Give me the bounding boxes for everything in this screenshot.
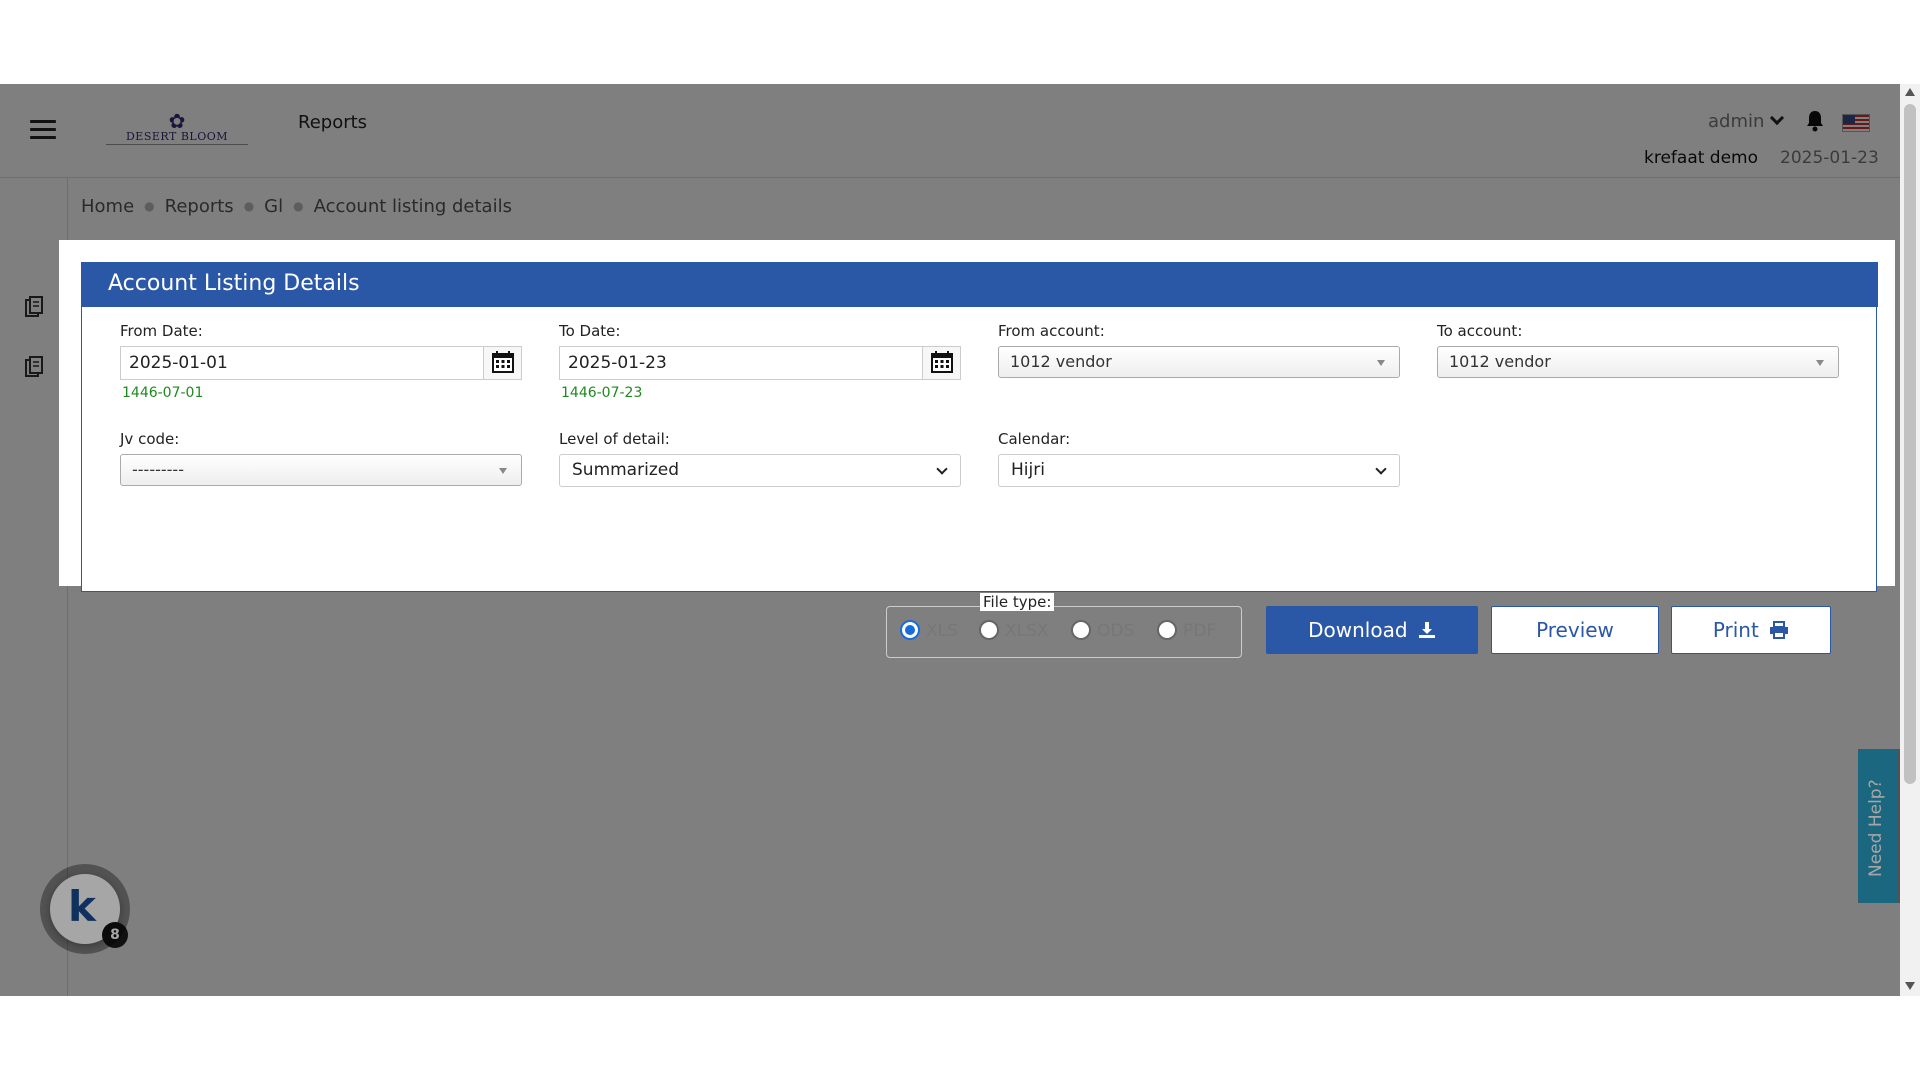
to-date-value: 2025-01-23 xyxy=(568,353,667,373)
flower-logo-icon: ✿ xyxy=(168,109,186,133)
from-account-value: 1012 vendor xyxy=(1010,352,1112,371)
card-title: Account Listing Details xyxy=(82,262,1878,307)
download-label: Download xyxy=(1308,618,1408,642)
radio-xlsx-label: XLSX xyxy=(1005,621,1049,641)
chevron-down-icon xyxy=(1375,463,1387,475)
scrollbar-thumb[interactable] xyxy=(1904,104,1916,784)
to-date-label: To Date: xyxy=(559,322,621,340)
notification-count: 8 xyxy=(102,922,128,948)
chevron-down-icon xyxy=(936,463,948,475)
breadcrumb-separator: ● xyxy=(243,199,255,213)
radio-circle xyxy=(1071,620,1091,640)
calendar-icon[interactable] xyxy=(483,347,521,379)
radio-xls-label: XLS xyxy=(926,621,958,641)
radio-xls[interactable]: XLS xyxy=(900,620,958,641)
company-name: krefaat demo xyxy=(1644,148,1759,168)
from-date-label: From Date: xyxy=(120,322,203,340)
dropdown-arrow-icon xyxy=(1377,360,1385,366)
radio-circle xyxy=(1157,620,1177,640)
breadcrumb: Home ● Reports ● Gl ● Account listing details xyxy=(81,196,512,217)
logo-text: DESERT BLOOM xyxy=(106,130,248,145)
calendar-label: Calendar: xyxy=(998,430,1071,448)
user-menu[interactable]: admin xyxy=(1708,110,1785,132)
need-help-tab[interactable]: Need Help? xyxy=(1858,749,1898,903)
calendar-select[interactable]: Hijri xyxy=(998,454,1400,487)
calendar-value: Hijri xyxy=(1011,460,1045,480)
calendar-icon[interactable] xyxy=(922,347,960,379)
top-header: ✿ DESERT BLOOM Reports admin krefaat dem… xyxy=(0,84,1900,178)
level-of-detail-label: Level of detail: xyxy=(559,430,670,448)
report-icon[interactable] xyxy=(24,296,44,318)
scroll-down-icon[interactable] xyxy=(1905,982,1915,990)
to-account-select[interactable]: 1012 vendor xyxy=(1437,346,1839,378)
radio-circle xyxy=(900,620,920,640)
dropdown-arrow-icon xyxy=(499,468,507,474)
us-flag-icon[interactable] xyxy=(1842,114,1870,132)
radio-pdf-label: PDF xyxy=(1183,621,1217,641)
app-window: ✿ DESERT BLOOM Reports admin krefaat dem… xyxy=(0,84,1920,996)
printer-icon xyxy=(1770,621,1789,639)
hamburger-icon[interactable] xyxy=(30,120,56,140)
dropdown-arrow-icon xyxy=(1816,360,1824,366)
chat-widget-badge[interactable]: k 8 xyxy=(50,874,128,948)
to-account-label: To account: xyxy=(1437,322,1523,340)
radio-ods[interactable]: ODS xyxy=(1071,620,1134,641)
breadcrumb-reports[interactable]: Reports xyxy=(165,196,234,217)
radio-circle xyxy=(979,620,999,640)
header-date: 2025-01-23 xyxy=(1780,148,1879,168)
breadcrumb-separator: ● xyxy=(144,199,155,213)
app-title: Reports xyxy=(298,112,368,133)
report-icon[interactable] xyxy=(24,356,44,378)
from-date-hijri: 1446-07-01 xyxy=(122,385,204,401)
company-logo[interactable]: ✿ DESERT BLOOM xyxy=(106,109,248,148)
from-date-value: 2025-01-01 xyxy=(129,353,228,373)
radio-xlsx[interactable]: XLSX xyxy=(979,620,1049,641)
jv-code-select[interactable]: --------- xyxy=(120,454,522,486)
radio-pdf[interactable]: PDF xyxy=(1157,620,1216,641)
to-date-hijri: 1446-07-23 xyxy=(561,385,643,401)
breadcrumb-home[interactable]: Home xyxy=(81,196,134,217)
from-account-select[interactable]: 1012 vendor xyxy=(998,346,1400,378)
from-date-input[interactable]: 2025-01-01 xyxy=(120,346,522,380)
file-type-label: File type: xyxy=(980,593,1055,611)
bell-icon[interactable] xyxy=(1805,110,1825,132)
to-date-input[interactable]: 2025-01-23 xyxy=(559,346,961,380)
level-of-detail-value: Summarized xyxy=(572,460,679,480)
breadcrumb-current: Account listing details xyxy=(313,196,512,217)
download-icon xyxy=(1418,622,1435,638)
radio-ods-label: ODS xyxy=(1097,621,1135,641)
report-card: Account Listing Details From Date: 2025-… xyxy=(81,262,1878,658)
user-name: admin xyxy=(1708,111,1765,132)
breadcrumb-gl[interactable]: Gl xyxy=(264,196,283,217)
level-of-detail-select[interactable]: Summarized xyxy=(559,454,961,487)
scrollbar[interactable] xyxy=(1900,84,1920,996)
chevron-down-icon xyxy=(1770,110,1785,126)
download-button[interactable]: Download xyxy=(1266,606,1478,654)
preview-button[interactable]: Preview xyxy=(1491,606,1659,654)
to-account-value: 1012 vendor xyxy=(1449,352,1551,371)
breadcrumb-separator: ● xyxy=(293,199,304,213)
scroll-up-icon[interactable] xyxy=(1905,88,1915,96)
sidebar xyxy=(0,178,68,996)
from-account-label: From account: xyxy=(998,322,1105,340)
k-logo-icon: k xyxy=(68,882,96,931)
jv-code-label: Jv code: xyxy=(120,430,180,448)
preview-label: Preview xyxy=(1536,618,1614,642)
print-button[interactable]: Print xyxy=(1671,606,1831,654)
need-help-label: Need Help? xyxy=(1866,779,1886,877)
print-label: Print xyxy=(1712,618,1759,642)
jv-code-value: --------- xyxy=(132,460,184,479)
